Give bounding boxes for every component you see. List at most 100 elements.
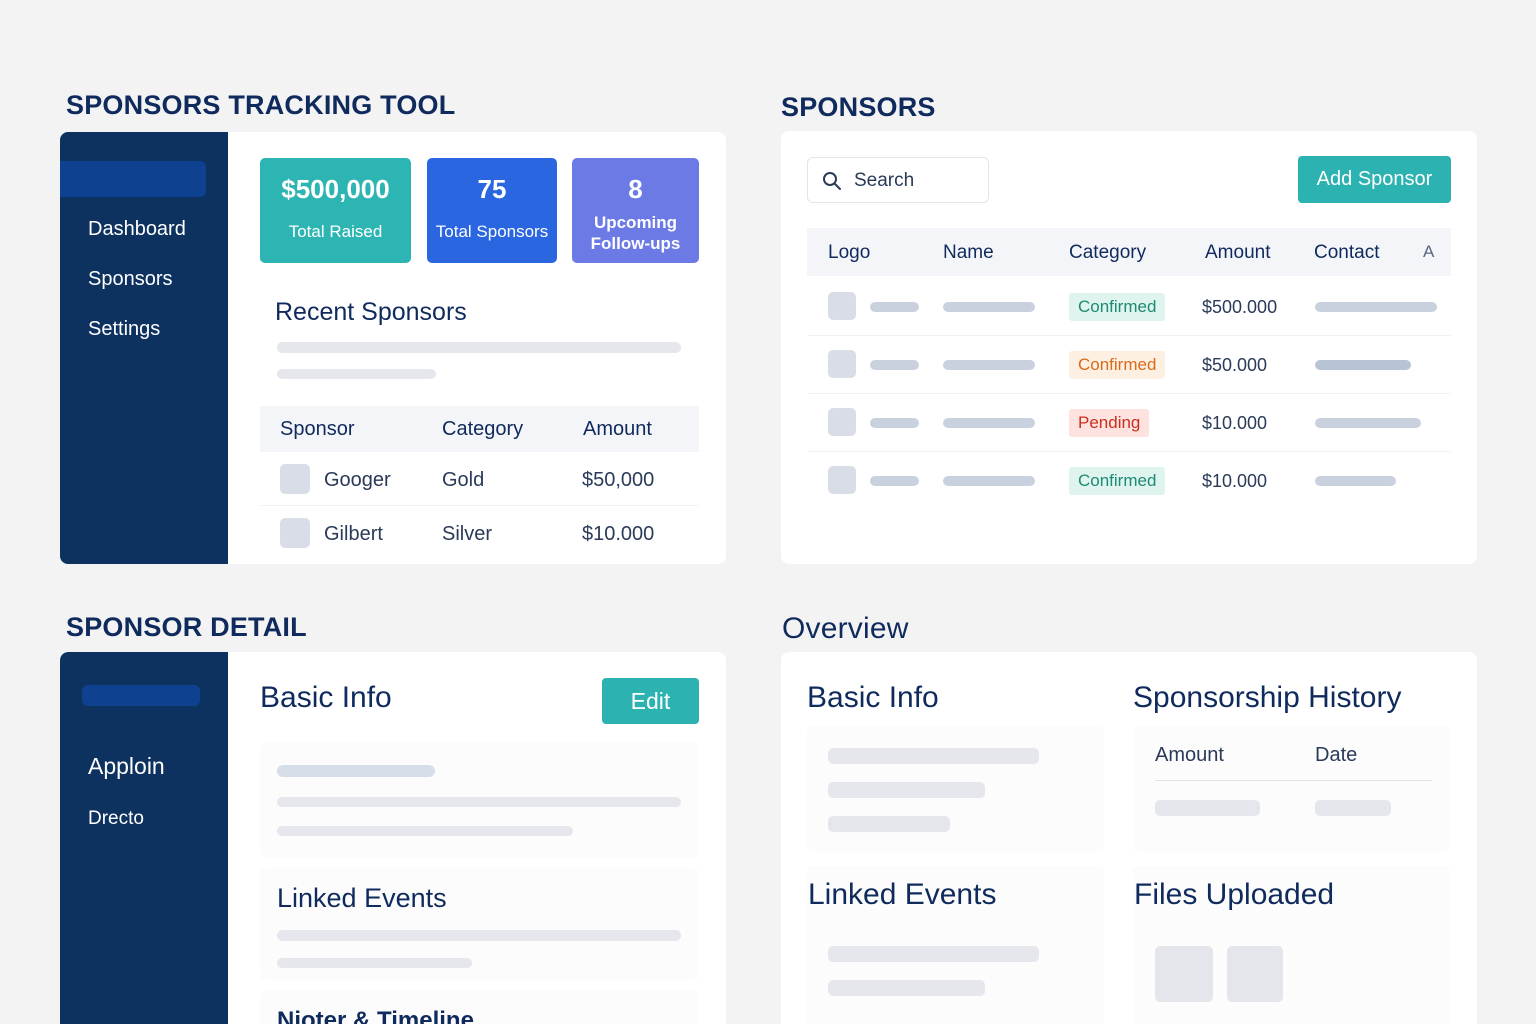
stat-upcoming-followups-label-line1: Upcoming: [593, 213, 678, 232]
column-header-actions: A: [1423, 242, 1435, 261]
linked-events-heading: Linked Events: [277, 883, 447, 913]
recent-table-header: Sponsor Category Amount: [260, 406, 699, 452]
sponsor-name: Googer: [324, 469, 391, 491]
sponsors-section-title: SPONSORS: [781, 92, 936, 122]
placeholder-line: [943, 418, 1035, 428]
sponsor-logo-placeholder: [280, 464, 310, 494]
column-header-contact: Contact: [1314, 242, 1380, 263]
basic-info-card: [260, 742, 699, 858]
column-header-category: Category: [1069, 242, 1147, 263]
history-column-amount: Amount: [1155, 744, 1224, 766]
sponsor-name: Gilbert: [324, 523, 383, 545]
placeholder-line: [828, 946, 1039, 962]
sidebar-item-settings[interactable]: Settings: [88, 318, 160, 341]
placeholder-line: [870, 476, 919, 486]
placeholder-line: [1315, 476, 1396, 486]
sidebar-item-sponsors[interactable]: Sponsors: [88, 268, 173, 291]
stat-total-raised-label: Total Raised: [288, 222, 383, 241]
table-row[interactable]: Confirmed $10.000: [807, 452, 1451, 510]
sponsor-logo-placeholder: [828, 408, 856, 436]
files-uploaded-heading: Files Uploaded: [1134, 878, 1335, 911]
status-badge: Confirmed: [1069, 351, 1166, 379]
stat-upcoming-followups-label: Upcoming Follow-ups: [572, 212, 699, 254]
sponsor-amount: $50,000: [582, 469, 655, 491]
column-header-amount: Amount: [583, 418, 652, 440]
add-sponsor-button[interactable]: Add Sponsor: [1298, 156, 1451, 203]
sidebar-item-applоin[interactable]: Applоin: [88, 753, 165, 780]
tracking-dashboard-panel: Dashboard Sponsors Settings $500,000 Tot…: [60, 132, 726, 564]
sponsorship-history-card: Amount Date: [1133, 726, 1450, 852]
sponsor-category: Silver: [442, 523, 493, 545]
status-badge: Confirmed: [1069, 293, 1166, 321]
sponsor-amount: $10.000: [1202, 413, 1268, 433]
overview-basic-info-heading: Basic Info: [807, 681, 939, 714]
placeholder-line: [828, 782, 985, 798]
tracking-sidebar: Dashboard Sponsors Settings: [60, 132, 228, 564]
placeholder-line: [1315, 800, 1391, 816]
sponsor-logo-placeholder: [828, 466, 856, 494]
placeholder-line: [828, 816, 950, 832]
sponsor-logo-placeholder: [828, 292, 856, 320]
placeholder-line: [277, 958, 472, 968]
placeholder-line: [870, 302, 919, 312]
file-thumbnail[interactable]: [1155, 946, 1213, 1002]
stat-total-raised-value: $500,000: [281, 174, 390, 204]
sponsors-table-header: Logo Name Category Amount Contact A: [807, 228, 1451, 276]
overview-panel: Basic Info Sponsorship History Amount Da…: [781, 652, 1477, 1024]
sponsor-amount: $500.000: [1202, 297, 1278, 317]
recent-sponsors-heading: Recent Sponsors: [275, 298, 467, 326]
sponsorship-history-heading: Sponsorship History: [1133, 681, 1402, 714]
column-header-category: Category: [442, 418, 524, 440]
sponsor-amount: $10.000: [582, 523, 655, 545]
edit-button[interactable]: Edit: [602, 678, 699, 724]
table-row[interactable]: Confirmed $50.000: [807, 336, 1451, 394]
placeholder-line: [870, 360, 919, 370]
placeholder-line: [943, 302, 1035, 312]
notes-timeline-card: Nioter & Timeline: [260, 990, 699, 1024]
placeholder-line: [1315, 418, 1421, 428]
overview-linked-events-card: Linked Events: [807, 866, 1104, 1024]
overview-linked-events-heading: Linked Events: [808, 878, 997, 911]
divider: [1155, 780, 1432, 781]
table-row[interactable]: Gilbert Silver $10.000: [260, 506, 699, 560]
search-placeholder: Search: [854, 170, 915, 191]
file-thumbnail[interactable]: [1227, 946, 1283, 1002]
sponsors-list-panel: Search Add Sponsor Logo Name Category Am…: [781, 131, 1477, 564]
placeholder-line: [277, 826, 573, 836]
search-icon: [823, 172, 841, 190]
linked-events-card: Linked Events: [260, 868, 699, 980]
table-row[interactable]: Pending $10.000: [807, 394, 1451, 452]
overview-section-title: Overview: [782, 612, 909, 645]
sponsor-amount: $10.000: [1202, 471, 1268, 491]
history-column-date: Date: [1315, 744, 1358, 766]
stat-total-raised: $500,000 Total Raised: [260, 158, 411, 263]
table-row[interactable]: Confirmed $500.000: [807, 278, 1451, 336]
placeholder-line: [277, 369, 436, 379]
stat-upcoming-followups-label-line2: Follow-ups: [590, 234, 681, 253]
notes-timeline-heading: Nioter & Timeline: [277, 1007, 474, 1024]
column-header-name: Name: [943, 242, 994, 263]
placeholder-line: [1315, 302, 1437, 312]
placeholder-line: [828, 980, 985, 996]
stat-upcoming-followups: 8 Upcoming Follow-ups: [572, 158, 699, 263]
status-badge: Confirmed: [1069, 467, 1166, 495]
sponsor-category: Gold: [442, 469, 485, 491]
sidebar-item-drecto[interactable]: Drecto: [88, 808, 144, 830]
sidebar-item-dashboard[interactable]: Dashboard: [88, 218, 186, 241]
sidebar-logo-placeholder: [82, 685, 200, 706]
placeholder-line: [1155, 800, 1260, 816]
search-input[interactable]: Search: [807, 157, 989, 203]
sidebar-logo-placeholder: [60, 161, 206, 197]
placeholder-line: [277, 797, 681, 807]
sponsor-amount: $50.000: [1202, 355, 1268, 375]
placeholder-line: [277, 342, 681, 353]
table-row[interactable]: Googer Gold $50,000: [260, 452, 699, 506]
stat-total-sponsors: 75 Total Sponsors: [427, 158, 557, 263]
detail-sidebar: Applоin Drecto: [60, 652, 228, 1024]
placeholder-line: [870, 418, 919, 428]
placeholder-line: [277, 930, 681, 941]
placeholder-line: [1315, 360, 1411, 370]
placeholder-line: [943, 476, 1035, 486]
stat-total-sponsors-label: Total Sponsors: [435, 222, 549, 241]
overview-basic-info-card: [807, 726, 1104, 852]
